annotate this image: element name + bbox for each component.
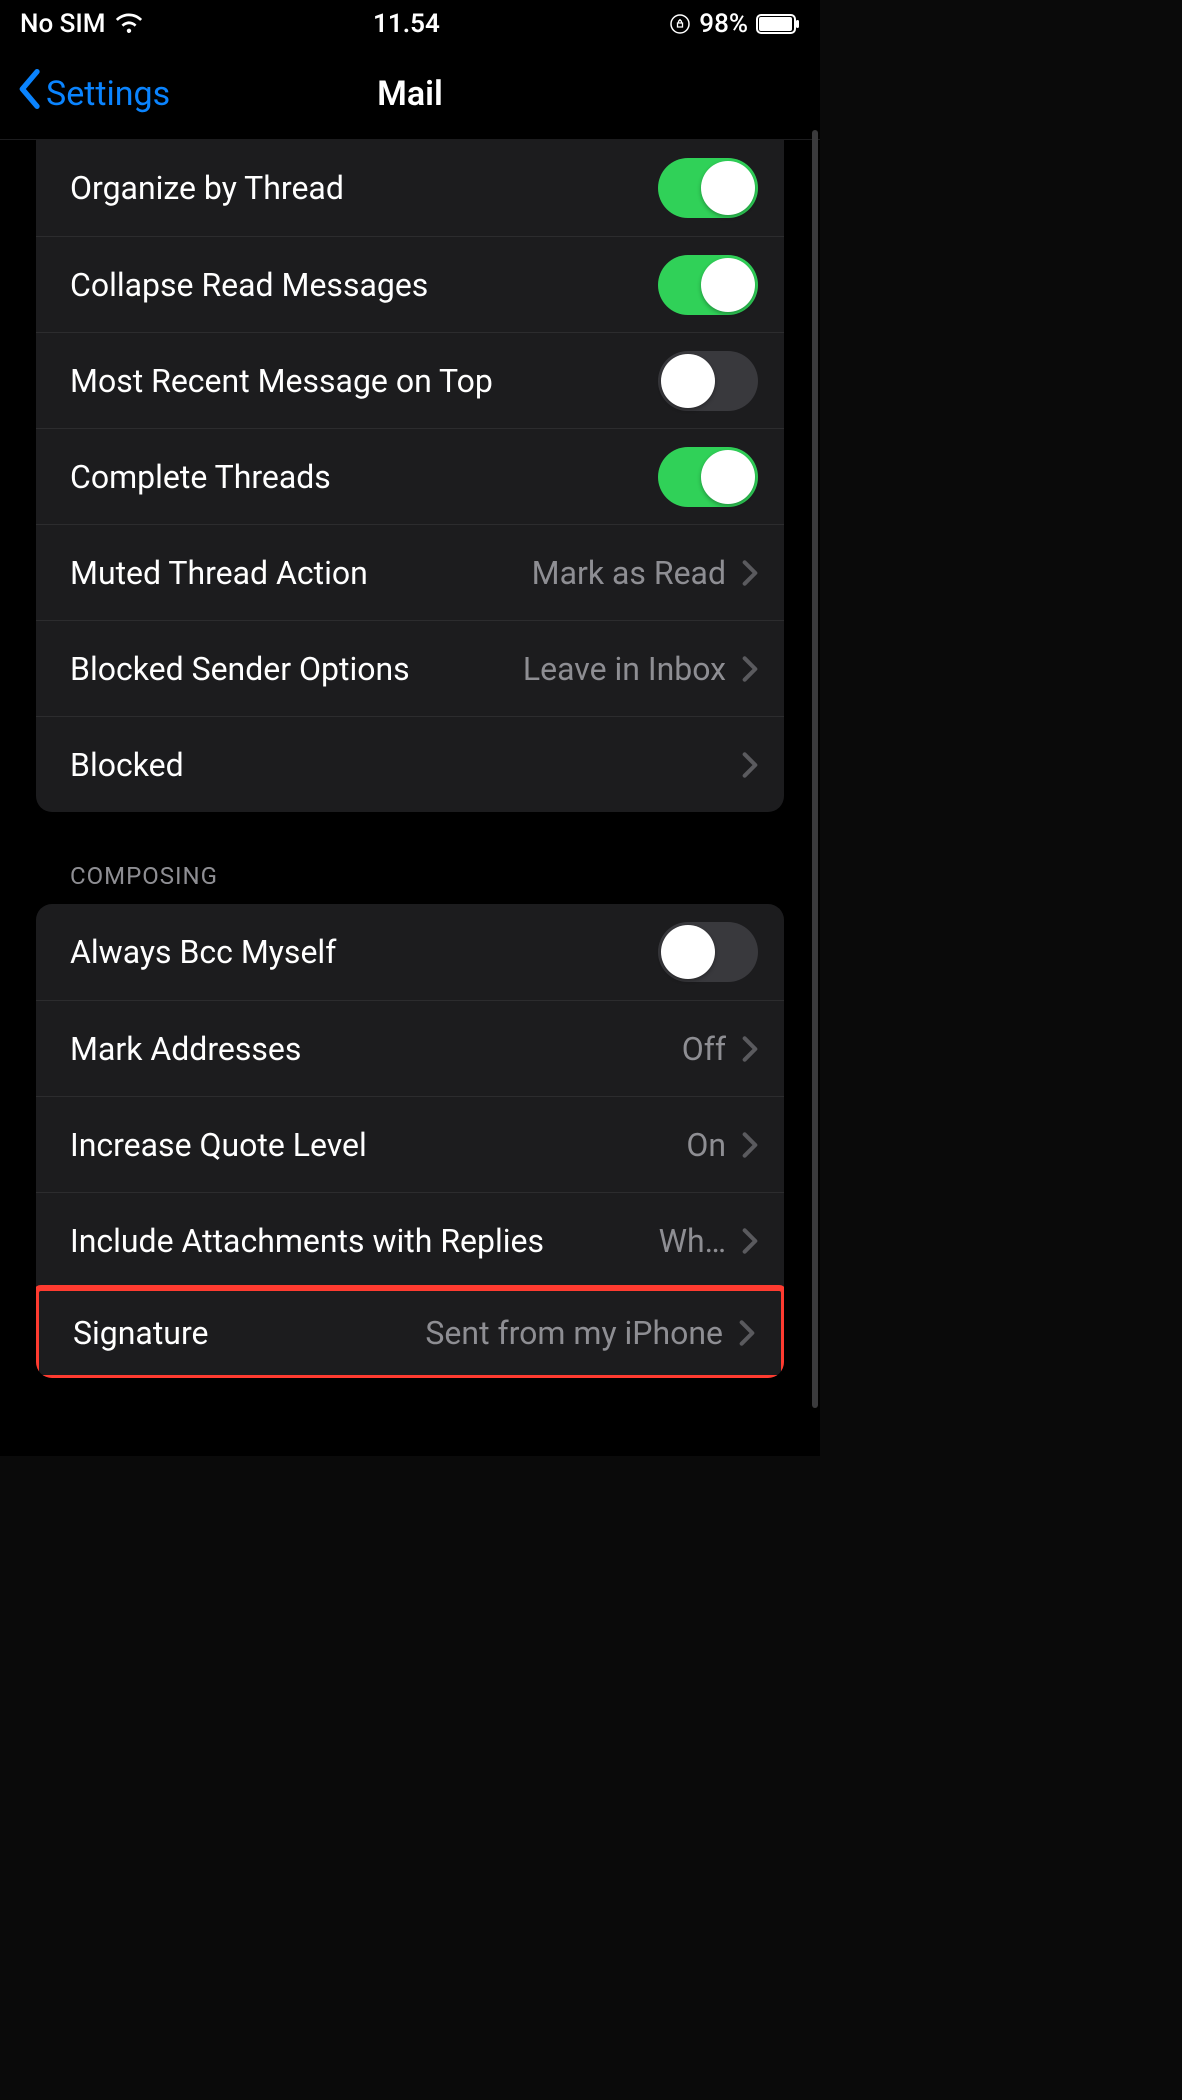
row-mark-addresses[interactable]: Mark Addresses Off — [36, 1000, 784, 1096]
toggle-organize-by-thread[interactable] — [658, 158, 758, 218]
settings-content[interactable]: Organize by Thread Collapse Read Message… — [0, 140, 820, 1378]
row-label: Organize by Thread — [70, 169, 344, 207]
status-bar: No SIM 11.54 98% — [0, 0, 820, 48]
row-label: Increase Quote Level — [70, 1126, 367, 1164]
chevron-right-icon — [742, 1131, 758, 1159]
toggle-collapse-read-messages[interactable] — [658, 255, 758, 315]
row-organize-by-thread[interactable]: Organize by Thread — [36, 140, 784, 236]
chevron-right-icon — [742, 559, 758, 587]
toggle-complete-threads[interactable] — [658, 447, 758, 507]
row-label: Complete Threads — [70, 458, 331, 496]
phone-frame: No SIM 11.54 98% Settings Mail — [0, 0, 820, 1456]
row-value: Wh… — [659, 1222, 726, 1260]
chevron-left-icon — [16, 69, 42, 118]
row-most-recent-on-top[interactable]: Most Recent Message on Top — [36, 332, 784, 428]
row-value: Mark as Read — [532, 554, 726, 592]
battery-percent: 98% — [699, 9, 748, 39]
letterbox-bottom — [0, 1456, 820, 2100]
carrier-label: No SIM — [20, 9, 106, 39]
composing-group: Always Bcc Myself Mark Addresses Off Inc… — [36, 904, 784, 1378]
row-label: Include Attachments with Replies — [70, 1222, 544, 1260]
row-label: Signature — [73, 1314, 208, 1352]
row-blocked[interactable]: Blocked — [36, 716, 784, 812]
row-complete-threads[interactable]: Complete Threads — [36, 428, 784, 524]
rotation-lock-icon — [669, 13, 691, 35]
clock: 11.54 — [373, 9, 440, 39]
chevron-right-icon — [739, 1319, 755, 1347]
battery-icon — [756, 14, 800, 34]
chevron-right-icon — [742, 1227, 758, 1255]
row-label: Blocked Sender Options — [70, 650, 410, 688]
row-value: Off — [682, 1030, 726, 1068]
toggle-always-bcc-myself[interactable] — [658, 922, 758, 982]
row-muted-thread-action[interactable]: Muted Thread Action Mark as Read — [36, 524, 784, 620]
toggle-most-recent-on-top[interactable] — [658, 351, 758, 411]
section-header-composing: COMPOSING — [36, 862, 784, 904]
row-collapse-read-messages[interactable]: Collapse Read Messages — [36, 236, 784, 332]
row-label: Mark Addresses — [70, 1030, 301, 1068]
row-label: Collapse Read Messages — [70, 266, 428, 304]
page-title: Mail — [377, 74, 443, 114]
row-blocked-sender-options[interactable]: Blocked Sender Options Leave in Inbox — [36, 620, 784, 716]
row-include-attachments[interactable]: Include Attachments with Replies Wh… — [36, 1192, 784, 1288]
row-increase-quote-level[interactable]: Increase Quote Level On — [36, 1096, 784, 1192]
scroll-indicator[interactable] — [812, 130, 818, 1408]
row-label: Muted Thread Action — [70, 554, 368, 592]
wifi-icon — [114, 13, 144, 35]
row-label: Blocked — [70, 746, 184, 784]
chevron-right-icon — [742, 655, 758, 683]
chevron-right-icon — [742, 1035, 758, 1063]
row-value: On — [686, 1126, 726, 1164]
letterbox-right — [820, 0, 1182, 2100]
row-label: Always Bcc Myself — [70, 933, 336, 971]
chevron-right-icon — [742, 751, 758, 779]
back-label: Settings — [46, 74, 170, 114]
nav-bar: Settings Mail — [0, 48, 820, 140]
row-value: Sent from my iPhone — [425, 1314, 723, 1352]
back-button[interactable]: Settings — [16, 69, 170, 118]
row-always-bcc-myself[interactable]: Always Bcc Myself — [36, 904, 784, 1000]
row-signature[interactable]: Signature Sent from my iPhone — [36, 1285, 784, 1378]
row-label: Most Recent Message on Top — [70, 362, 493, 400]
threading-group: Organize by Thread Collapse Read Message… — [36, 140, 784, 812]
row-value: Leave in Inbox — [523, 650, 726, 688]
